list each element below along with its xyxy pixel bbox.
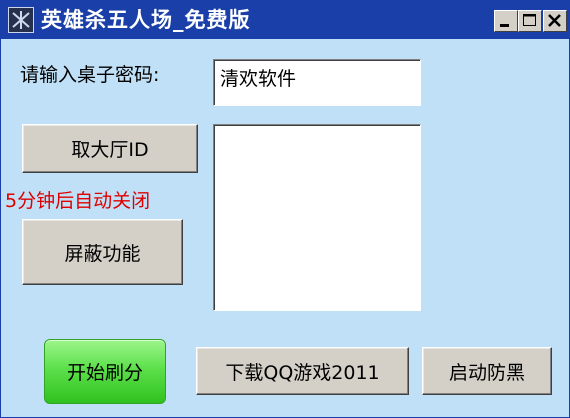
maximize-icon xyxy=(523,14,536,26)
window-title: 英雄杀五人场_免费版 xyxy=(41,8,251,32)
auto-close-notice: 5分钟后自动关闭 xyxy=(5,190,151,212)
minimize-button[interactable] xyxy=(494,10,518,32)
close-button[interactable] xyxy=(543,10,567,32)
minimize-icon xyxy=(500,24,509,27)
table-password-value: 清欢软件 xyxy=(220,68,297,90)
start-scoring-button[interactable]: 开始刷分 xyxy=(44,339,166,404)
maximize-button[interactable] xyxy=(518,10,542,32)
download-qq-game-button[interactable]: 下载QQ游戏2011 xyxy=(196,347,409,395)
close-icon xyxy=(548,14,561,27)
output-textarea[interactable] xyxy=(213,124,421,311)
app-window: 英雄杀五人场_免费版 请输入桌子密码: 清欢软件 取大厅ID 5分钟后自动关闭 … xyxy=(0,0,570,418)
password-label: 请输入桌子密码: xyxy=(20,64,160,86)
title-bar[interactable]: 英雄杀五人场_免费版 xyxy=(1,1,569,39)
block-feature-button[interactable]: 屏蔽功能 xyxy=(22,219,183,285)
table-password-field[interactable]: 清欢软件 xyxy=(213,59,421,106)
get-hall-id-button[interactable]: 取大厅ID xyxy=(22,124,198,173)
app-logo-icon[interactable] xyxy=(8,7,34,33)
anti-hack-button[interactable]: 启动防黑 xyxy=(422,347,552,395)
